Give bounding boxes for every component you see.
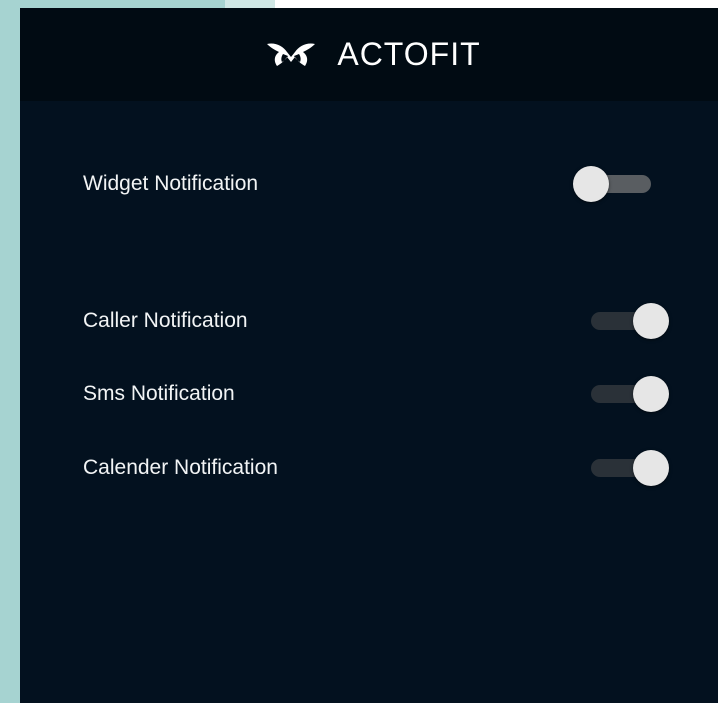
background-frame-top-light bbox=[225, 0, 275, 8]
calender-notification-row: Calender Notification bbox=[20, 448, 718, 488]
toggle-thumb bbox=[633, 450, 669, 486]
brand-name: ACTOFIT bbox=[337, 36, 481, 72]
widget-notification-toggle[interactable] bbox=[573, 166, 651, 202]
background-frame-left bbox=[0, 0, 20, 703]
notification-settings-screen: ACTOFIT Widget Notification Caller Notif… bbox=[20, 8, 718, 703]
calender-notification-toggle[interactable] bbox=[591, 450, 669, 486]
brand: ACTOFIT bbox=[265, 36, 480, 73]
widget-notification-label: Widget Notification bbox=[83, 172, 259, 195]
sms-notification-label: Sms Notification bbox=[83, 382, 235, 405]
actofit-logo-icon bbox=[267, 42, 316, 66]
toggle-thumb bbox=[633, 376, 669, 412]
calender-notification-label: Calender Notification bbox=[83, 456, 278, 479]
app-header: ACTOFIT bbox=[20, 8, 718, 101]
sms-notification-toggle[interactable] bbox=[591, 376, 669, 412]
caller-notification-toggle[interactable] bbox=[591, 303, 669, 339]
caller-notification-row: Caller Notification bbox=[20, 301, 718, 341]
toggle-thumb bbox=[573, 166, 609, 202]
toggle-thumb bbox=[633, 303, 669, 339]
widget-notification-row: Widget Notification bbox=[20, 164, 718, 204]
caller-notification-label: Caller Notification bbox=[83, 309, 248, 332]
sms-notification-row: Sms Notification bbox=[20, 374, 718, 414]
